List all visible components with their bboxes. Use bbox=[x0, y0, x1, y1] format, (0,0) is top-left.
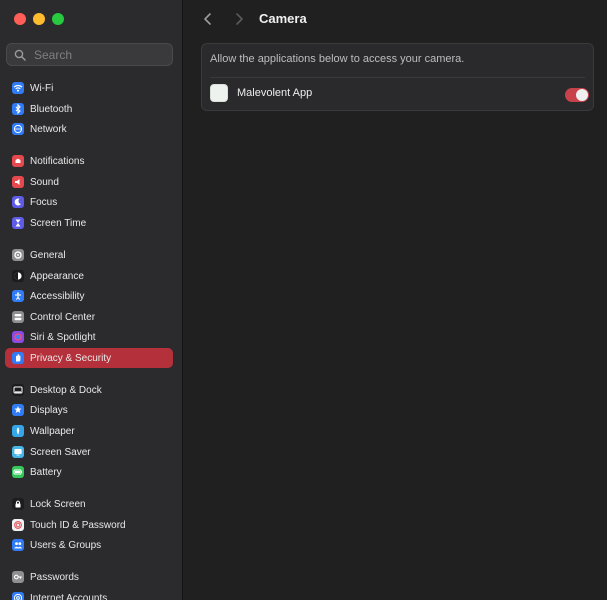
sidebar-item-label: Control Center bbox=[30, 311, 96, 323]
sidebar-item-privacy-and-security[interactable]: Privacy & Security bbox=[5, 348, 173, 368]
chevron-right-icon bbox=[236, 13, 243, 25]
sidebar-item-screen-saver[interactable]: Screen Saver bbox=[5, 442, 173, 462]
sidebar-item-label: Notifications bbox=[30, 155, 85, 167]
sidebar-item-label: General bbox=[30, 249, 66, 261]
sidebar-item-label: Network bbox=[30, 123, 67, 135]
chevron-left-icon bbox=[204, 13, 211, 25]
sidebar-item-label: Touch ID & Password bbox=[30, 519, 126, 531]
sidebar-item-notifications[interactable]: Notifications bbox=[5, 151, 173, 171]
gear-icon bbox=[12, 249, 24, 261]
minimize-button[interactable] bbox=[33, 13, 45, 25]
sidebar-item-control-center[interactable]: Control Center bbox=[5, 307, 173, 327]
window-controls bbox=[14, 13, 64, 25]
sidebar-item-label: Focus bbox=[30, 196, 58, 208]
sidebar: Wi-Fi Bluetooth Network Notifications Sound F… bbox=[0, 0, 183, 600]
bluetooth-icon bbox=[12, 103, 24, 115]
hand-icon bbox=[12, 352, 24, 364]
app-icon bbox=[210, 84, 228, 102]
sidebar-item-label: Passwords bbox=[30, 571, 79, 583]
appearance-icon bbox=[12, 270, 24, 282]
sidebar-item-displays[interactable]: Displays bbox=[5, 400, 173, 420]
key-icon bbox=[12, 571, 24, 583]
sidebar-item-label: Internet Accounts bbox=[30, 592, 108, 600]
sidebar-item-users-and-groups[interactable]: Users & Groups bbox=[5, 535, 173, 555]
sidebar-item-focus[interactable]: Focus bbox=[5, 192, 173, 212]
sidebar-item-label: Privacy & Security bbox=[30, 352, 112, 364]
divider bbox=[210, 77, 585, 78]
sidebar-item-label: Appearance bbox=[30, 270, 84, 282]
control-center-icon bbox=[12, 311, 24, 323]
sidebar-item-general[interactable]: General bbox=[5, 245, 173, 265]
search-box[interactable] bbox=[6, 43, 173, 66]
sidebar-item-screen-time[interactable]: Screen Time bbox=[5, 213, 173, 233]
toolbar: Camera bbox=[183, 0, 607, 38]
forward-button[interactable] bbox=[231, 11, 247, 27]
sidebar-item-label: Wallpaper bbox=[30, 425, 75, 437]
app-name: Malevolent App bbox=[237, 87, 313, 99]
fingerprint-icon bbox=[12, 519, 24, 531]
sidebar-item-accessibility[interactable]: Accessibility bbox=[5, 286, 173, 306]
lock-icon bbox=[12, 498, 24, 510]
settings-window: Wi-Fi Bluetooth Network Notifications Sound F… bbox=[0, 0, 607, 600]
sidebar-item-label: Wi-Fi bbox=[30, 82, 54, 94]
close-button[interactable] bbox=[14, 13, 26, 25]
main-pane: Camera Allow the applications below to a… bbox=[183, 0, 607, 600]
screensaver-icon bbox=[12, 446, 24, 458]
back-button[interactable] bbox=[200, 11, 216, 27]
sidebar-item-label: Siri & Spotlight bbox=[30, 331, 96, 343]
search-icon bbox=[14, 49, 26, 61]
sidebar-item-bluetooth[interactable]: Bluetooth bbox=[5, 99, 173, 119]
wallpaper-icon bbox=[12, 425, 24, 437]
wifi-icon bbox=[12, 82, 24, 94]
camera-permissions-panel: Allow the applications below to access y… bbox=[201, 43, 594, 111]
panel-description: Allow the applications below to access y… bbox=[210, 53, 465, 65]
hourglass-icon bbox=[12, 217, 24, 229]
at-icon bbox=[12, 592, 24, 600]
sidebar-item-label: Users & Groups bbox=[30, 539, 102, 551]
sidebar-item-siri-and-spotlight[interactable]: Siri & Spotlight bbox=[5, 327, 173, 347]
sidebar-item-battery[interactable]: Battery bbox=[5, 462, 173, 482]
sidebar-item-wallpaper[interactable]: Wallpaper bbox=[5, 421, 173, 441]
camera-access-toggle[interactable] bbox=[565, 88, 589, 102]
moon-icon bbox=[12, 196, 24, 208]
sidebar-item-touch-id-and-password[interactable]: Touch ID & Password bbox=[5, 515, 173, 535]
sidebar-item-appearance[interactable]: Appearance bbox=[5, 266, 173, 286]
display-icon bbox=[12, 404, 24, 416]
sidebar-item-lock-screen[interactable]: Lock Screen bbox=[5, 494, 173, 514]
speaker-icon bbox=[12, 176, 24, 188]
sidebar-item-wi-fi[interactable]: Wi-Fi bbox=[5, 78, 173, 98]
page-title: Camera bbox=[259, 11, 307, 26]
dock-icon bbox=[12, 384, 24, 396]
sidebar-item-network[interactable]: Network bbox=[5, 119, 173, 139]
sidebar-item-sound[interactable]: Sound bbox=[5, 172, 173, 192]
sidebar-item-label: Lock Screen bbox=[30, 498, 86, 510]
siri-icon bbox=[12, 331, 24, 343]
zoom-button[interactable] bbox=[52, 13, 64, 25]
search-input[interactable] bbox=[32, 46, 166, 63]
sidebar-item-label: Desktop & Dock bbox=[30, 384, 102, 396]
sidebar-item-internet-accounts[interactable]: Internet Accounts bbox=[5, 588, 173, 600]
sidebar-item-label: Accessibility bbox=[30, 290, 85, 302]
users-icon bbox=[12, 539, 24, 551]
bell-icon bbox=[12, 155, 24, 167]
sidebar-item-label: Screen Saver bbox=[30, 446, 91, 458]
sidebar-item-label: Displays bbox=[30, 404, 68, 416]
sidebar-item-label: Screen Time bbox=[30, 217, 87, 229]
battery-icon bbox=[12, 466, 24, 478]
sidebar-item-label: Bluetooth bbox=[30, 103, 73, 115]
globe-icon bbox=[12, 123, 24, 135]
sidebar-item-label: Battery bbox=[30, 466, 62, 478]
sidebar-item-passwords[interactable]: Passwords bbox=[5, 567, 173, 587]
sidebar-item-label: Sound bbox=[30, 176, 59, 188]
toggle-knob bbox=[576, 89, 588, 101]
accessibility-icon bbox=[12, 290, 24, 302]
sidebar-item-desktop-and-dock[interactable]: Desktop & Dock bbox=[5, 380, 173, 400]
